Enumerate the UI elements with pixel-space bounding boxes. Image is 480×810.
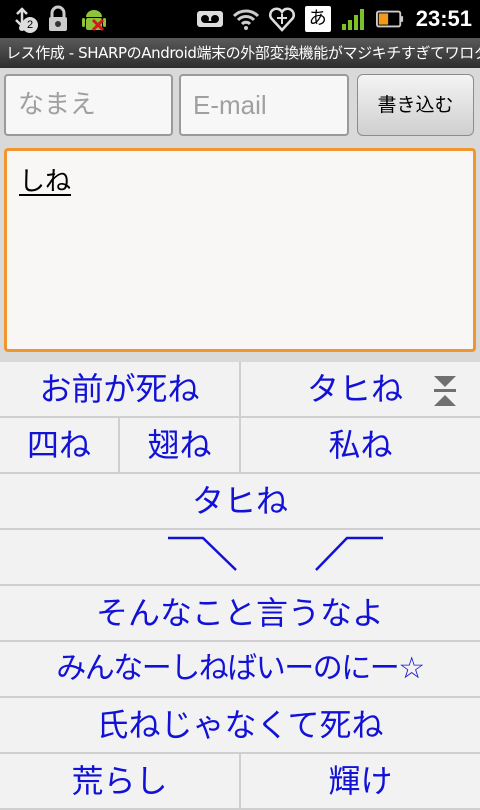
candidate-label: タヒね <box>307 370 404 408</box>
candidate-item[interactable]: 翅ね <box>120 418 241 474</box>
usb-debug-icon: 2 <box>8 5 38 33</box>
candidate-item[interactable]: 四ね <box>0 418 120 474</box>
status-bar-right: あ 23:51 <box>196 3 472 35</box>
status-bar: 2 あ 23:51 <box>0 0 480 38</box>
submit-button[interactable]: 書き込む <box>357 74 474 136</box>
ime-indicator: あ <box>304 6 331 32</box>
candidate-item[interactable]: お前が死ね <box>0 362 241 418</box>
message-body-input[interactable]: しね <box>4 148 476 352</box>
composing-text: しね <box>19 167 72 197</box>
candidate-item[interactable]: みんなーしねばいーのにー☆ <box>0 642 480 698</box>
android-icon <box>80 5 108 33</box>
candidate-item[interactable]: そんなこと言うなよ <box>0 586 480 642</box>
candidate-item[interactable]: 氏ねじゃなくて死ね <box>0 698 480 754</box>
ime-icon: あ <box>304 5 332 33</box>
notification-count: 2 <box>22 17 38 33</box>
name-input[interactable]: なまえ <box>4 74 173 136</box>
conversion-candidates: お前が死ね タヒね 四ね 翅ね 私ね タヒね そんなこと言うなよ みんなーしねば… <box>0 362 480 810</box>
heart-icon <box>268 5 296 33</box>
email-input[interactable]: E-mail <box>179 74 349 136</box>
voicemail-icon <box>196 5 224 33</box>
signal-icon <box>340 5 368 33</box>
wifi-icon <box>232 5 260 33</box>
status-bar-left: 2 <box>8 3 108 35</box>
ascii-art-drawing <box>168 536 383 571</box>
lock-icon <box>44 5 72 33</box>
candidate-item[interactable]: タヒね <box>0 474 480 530</box>
candidate-item[interactable]: 荒らし <box>0 754 241 810</box>
post-form: なまえ E-mail 書き込む しね <box>0 68 480 362</box>
window-title: レス作成 - SHARPのAndroid端末の外部変換機能がマジキチすぎてワロタ… <box>0 38 480 68</box>
collapse-candidates-icon[interactable] <box>432 374 458 412</box>
battery-icon <box>375 5 404 33</box>
clock: 23:51 <box>415 6 472 31</box>
candidate-item[interactable]: 輝け <box>241 754 480 810</box>
candidate-item[interactable]: 私ね <box>241 418 480 474</box>
candidate-item-ascii-art[interactable] <box>0 530 480 586</box>
